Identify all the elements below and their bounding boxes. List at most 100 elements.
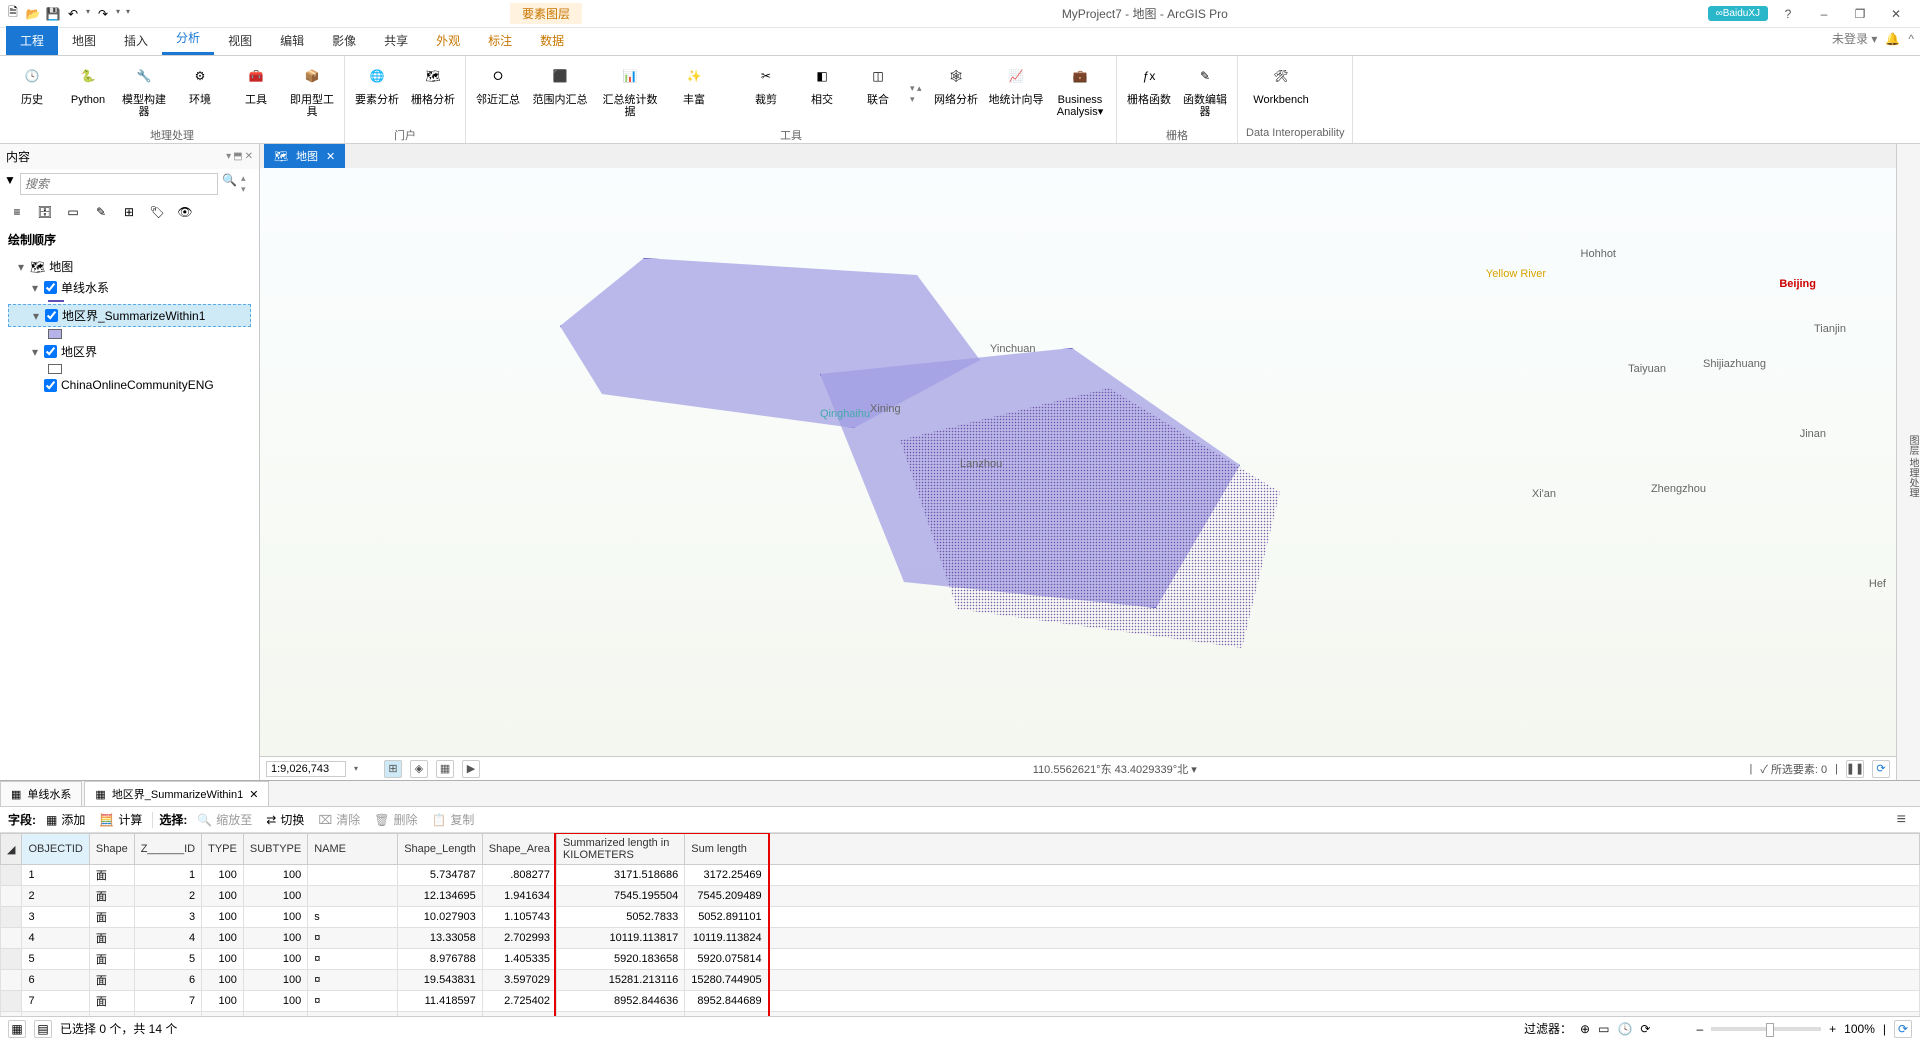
- redo-dropdown-icon[interactable]: ▾: [116, 7, 120, 21]
- close-pane-icon[interactable]: ✕: [245, 151, 253, 162]
- layer-visibility-checkbox[interactable]: [44, 281, 57, 294]
- navigator-icon[interactable]: ⊞: [384, 760, 402, 778]
- summarize-stats-button[interactable]: 📊汇总统计数据: [598, 60, 662, 127]
- clear-selection-button[interactable]: ⌧ 清除: [314, 809, 364, 830]
- login-status[interactable]: 未登录 ▾: [1832, 30, 1877, 47]
- scale-dropdown-icon[interactable]: ▾: [354, 764, 358, 773]
- col-name[interactable]: NAME: [308, 834, 398, 865]
- zoom-to-button[interactable]: 🔍 缩放至: [193, 809, 256, 830]
- geostat-button[interactable]: 📈地统计向导: [988, 60, 1044, 127]
- list-by-source-icon[interactable]: 🗄: [36, 203, 54, 221]
- redo-icon[interactable]: ↷: [96, 7, 110, 21]
- zoom-percent[interactable]: 100%: [1844, 1022, 1875, 1036]
- refresh-view-icon[interactable]: ⟳: [1872, 760, 1890, 778]
- raster-analysis-button[interactable]: 🗺栅格分析: [409, 60, 457, 127]
- list-by-snapping-icon[interactable]: ⊞: [120, 203, 138, 221]
- open-icon[interactable]: 📂: [26, 7, 40, 21]
- tab-project[interactable]: 工程: [6, 26, 58, 55]
- col-shape-area[interactable]: Shape_Area: [482, 834, 556, 865]
- col-shape-length[interactable]: Shape_Length: [398, 834, 483, 865]
- search-down-icon[interactable]: ▾: [241, 184, 255, 195]
- list-by-drawing-icon[interactable]: ≡: [8, 203, 26, 221]
- context-tab-feature-layer[interactable]: 要素图层: [510, 3, 582, 24]
- tab-map[interactable]: 地图: [58, 26, 110, 55]
- zoom-slider[interactable]: [1711, 1027, 1821, 1031]
- feature-analysis-button[interactable]: 🌐要素分析: [353, 60, 401, 127]
- collapse-icon[interactable]: ▾: [33, 309, 41, 323]
- table-row[interactable]: 7面7 100100¤ 11.4185972.725402 8952.84463…: [1, 991, 1920, 1012]
- layer-visibility-checkbox[interactable]: [44, 379, 57, 392]
- tools-more-buttons[interactable]: ▾ ▴ ▾: [910, 60, 924, 127]
- table-row[interactable]: 1面1 100100 5.734787.808277 3171.51868631…: [1, 865, 1920, 886]
- tab-view[interactable]: 视图: [214, 26, 266, 55]
- list-by-perceive-icon[interactable]: 👁: [176, 203, 194, 221]
- collapse-icon[interactable]: ▾: [32, 281, 40, 295]
- summarize-nearby-button[interactable]: ⭘邻近汇总: [474, 60, 522, 127]
- history-button[interactable]: 🕓历史: [8, 60, 56, 127]
- workbench-button[interactable]: 🛠Workbench: [1246, 60, 1316, 127]
- model-builder-button[interactable]: 🔧模型构建器: [120, 60, 168, 127]
- list-by-editing-icon[interactable]: ✎: [92, 203, 110, 221]
- refresh-table-icon[interactable]: ⟳: [1894, 1020, 1912, 1038]
- tree-layer-2[interactable]: ▾地区界_SummarizeWithin1: [8, 304, 251, 327]
- calculate-button[interactable]: 🧮 计算: [95, 809, 146, 830]
- table-tab-1[interactable]: ▦单线水系: [0, 781, 82, 806]
- col-sum-km[interactable]: Summarized length in KILOMETERS: [556, 834, 684, 865]
- save-icon[interactable]: 💾: [46, 7, 60, 21]
- filter-all-icon[interactable]: ⊕: [1580, 1022, 1590, 1036]
- table-menu-icon[interactable]: ≡: [1897, 811, 1912, 829]
- tab-appearance[interactable]: 外观: [422, 26, 474, 55]
- layer-visibility-checkbox[interactable]: [45, 309, 58, 322]
- table-row[interactable]: 3面3 100100s 10.0279031.105743 5052.78335…: [1, 907, 1920, 928]
- table-row[interactable]: 5面5 100100¤ 8.9767881.405335 5920.183658…: [1, 949, 1920, 970]
- ba-button[interactable]: 💼Business Analysis▾: [1052, 60, 1108, 127]
- summarize-within-button[interactable]: ⬛范围内汇总: [530, 60, 590, 127]
- tree-layer-4[interactable]: ChinaOnlineCommunityENG: [8, 376, 251, 394]
- brand-badge[interactable]: ∞ BaiduXJ: [1708, 6, 1768, 21]
- show-selected-button[interactable]: ▤: [34, 1020, 52, 1038]
- function-editor-button[interactable]: ✎函数编辑器: [1181, 60, 1229, 127]
- notifications-icon[interactable]: 🔔: [1885, 32, 1900, 46]
- close-tab-icon[interactable]: ✕: [249, 788, 258, 801]
- python-button[interactable]: 🐍Python: [64, 60, 112, 127]
- col-zid[interactable]: Z______ID: [134, 834, 201, 865]
- tab-data[interactable]: 数据: [526, 26, 578, 55]
- table-row[interactable]: 8面8 100100¤ 2.181401.131601 259.14681725…: [1, 1012, 1920, 1017]
- close-view-icon[interactable]: ✕: [326, 150, 335, 163]
- clip-button[interactable]: ✂裁剪: [742, 60, 790, 127]
- filter-extent-icon[interactable]: ▭: [1598, 1022, 1609, 1036]
- collapse-ribbon-icon[interactable]: ^: [1908, 32, 1914, 46]
- switch-selection-button[interactable]: ⇄ 切换: [262, 809, 308, 830]
- undo-icon[interactable]: ↶: [66, 7, 80, 21]
- col-type[interactable]: TYPE: [202, 834, 244, 865]
- tab-insert[interactable]: 插入: [110, 26, 162, 55]
- dock-icon[interactable]: ⬒: [233, 151, 242, 162]
- map-scale-input[interactable]: [266, 761, 346, 777]
- undo-dropdown-icon[interactable]: ▾: [86, 7, 90, 21]
- table-scroll[interactable]: ◢ OBJECTID Shape Z______ID TYPE SUBTYPE …: [0, 833, 1920, 1016]
- maximize-button[interactable]: ❐: [1844, 7, 1876, 21]
- collapse-icon[interactable]: ▾: [32, 345, 40, 359]
- tab-analysis[interactable]: 分析: [162, 23, 214, 55]
- help-button[interactable]: ?: [1772, 7, 1804, 21]
- delete-rows-button[interactable]: 🗑 删除: [370, 809, 421, 830]
- table-row[interactable]: 2面2 100100 12.1346951.941634 7545.195504…: [1, 886, 1920, 907]
- tree-map[interactable]: ▾🗺地图: [8, 256, 251, 277]
- copy-rows-button[interactable]: 📋 复制: [427, 809, 478, 830]
- table-tab-2[interactable]: ▦地区界_SummarizeWithin1✕: [84, 781, 269, 806]
- filter-time-icon[interactable]: 🕓: [1617, 1022, 1632, 1036]
- right-docked-panes[interactable]: 图层 地理处理: [1896, 144, 1920, 780]
- map-canvas[interactable]: Hohhot Beijing Tianjin Shijiazhuang Taiy…: [260, 168, 1896, 756]
- tab-share[interactable]: 共享: [370, 26, 422, 55]
- tools-button[interactable]: 🧰工具: [232, 60, 280, 127]
- col-objectid[interactable]: OBJECTID: [22, 834, 89, 865]
- tab-edit[interactable]: 编辑: [266, 26, 318, 55]
- tab-label[interactable]: 标注: [474, 26, 526, 55]
- filter-icon[interactable]: ▼: [4, 173, 16, 195]
- intersect-button[interactable]: ◧相交: [798, 60, 846, 127]
- table-row[interactable]: 6面6 100100¤ 19.5438313.597029 15281.2131…: [1, 970, 1920, 991]
- table-row[interactable]: 4面4 100100¤ 13.330582.702993 10119.11381…: [1, 928, 1920, 949]
- add-field-button[interactable]: ▦ 添加: [42, 809, 89, 830]
- col-shape[interactable]: Shape: [89, 834, 134, 865]
- autohide-icon[interactable]: ▾: [226, 151, 231, 162]
